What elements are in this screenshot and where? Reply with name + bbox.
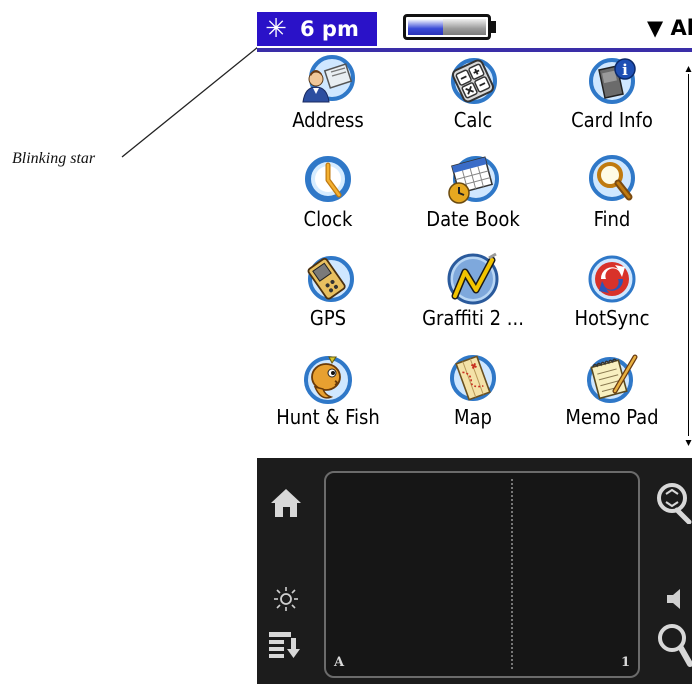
app-label: Clock — [303, 207, 353, 231]
memo-pad-icon — [587, 354, 638, 403]
search-icon[interactable] — [655, 622, 692, 668]
home-icon[interactable] — [269, 486, 303, 520]
graffiti-icon — [447, 252, 499, 305]
app-label: Date Book — [426, 207, 520, 231]
category-dropdown[interactable]: ▼ All — [647, 16, 692, 40]
graffiti-writing-area[interactable]: A 1 — [324, 471, 640, 678]
find-replace-icon[interactable] — [653, 480, 692, 524]
brightness-icon[interactable] — [273, 586, 299, 612]
battery-fill — [408, 19, 443, 35]
app-label: Card Info — [571, 108, 653, 132]
letter-number-divider — [511, 479, 513, 669]
sd-card-icon: i — [589, 58, 636, 104]
blinking-star-button[interactable]: ✳ — [257, 12, 295, 46]
app-label: HotSync — [574, 306, 650, 330]
app-memo-pad[interactable]: Memo Pad — [542, 349, 682, 447]
magnifier-icon — [589, 155, 635, 201]
app-label: Hunt & Fish — [276, 405, 380, 429]
battery-empty-portion — [443, 19, 486, 35]
battery-indicator[interactable] — [403, 14, 491, 40]
app-find[interactable]: Find — [542, 151, 682, 249]
clock-icon — [305, 156, 351, 202]
app-calc[interactable]: Calc — [403, 52, 543, 150]
app-gps[interactable]: GPS — [258, 250, 398, 348]
app-label: Address — [292, 108, 364, 132]
app-card-info[interactable]: i Card Info — [542, 52, 682, 150]
calendar-icon — [448, 156, 499, 204]
app-label: Map — [454, 405, 492, 429]
time-display[interactable]: 6 pm — [295, 12, 377, 46]
app-launcher-grid: Address Calc i Card Info Clock Date Book… — [257, 52, 692, 455]
app-graffiti-2[interactable]: Graffiti 2 ... — [403, 250, 543, 348]
scroll-up-arrow-icon — [685, 66, 692, 72]
time-label: 6 pm — [300, 17, 359, 41]
app-label: Graffiti 2 ... — [422, 306, 524, 330]
app-label: Find — [593, 207, 631, 231]
asterisk-icon: ✳ — [265, 14, 287, 44]
launcher-scrollbar[interactable] — [685, 62, 692, 450]
number-mode-label[interactable]: 1 — [621, 655, 630, 670]
calculator-icon — [451, 58, 497, 104]
gps-icon — [307, 256, 354, 302]
graffiti-silkscreen-area: A 1 — [257, 458, 692, 684]
palm-device-screen: ✳ 6 pm ▼ All Address — [257, 10, 692, 684]
app-label: GPS — [309, 306, 347, 330]
app-label: Memo Pad — [565, 405, 659, 429]
app-map[interactable]: Map — [403, 349, 543, 447]
speaker-icon[interactable] — [663, 586, 687, 612]
address-book-icon — [302, 55, 355, 103]
app-hotsync[interactable]: HotSync — [542, 250, 682, 348]
app-clock[interactable]: Clock — [258, 151, 398, 249]
svg-text:i: i — [622, 61, 628, 79]
app-date-book[interactable]: Date Book — [403, 151, 543, 249]
battery-tip — [491, 21, 496, 33]
app-address[interactable]: Address — [258, 52, 398, 150]
app-label: Calc — [453, 108, 493, 132]
menu-icon[interactable] — [267, 628, 303, 662]
app-hunt-and-fish[interactable]: Hunt & Fish — [258, 349, 398, 447]
map-icon — [450, 355, 496, 401]
letter-mode-label[interactable]: A — [334, 655, 344, 670]
scroll-down-arrow-icon — [685, 440, 692, 446]
status-bar: ✳ 6 pm ▼ All — [257, 10, 692, 52]
hotsync-icon — [588, 255, 636, 303]
fish-icon — [304, 356, 352, 404]
